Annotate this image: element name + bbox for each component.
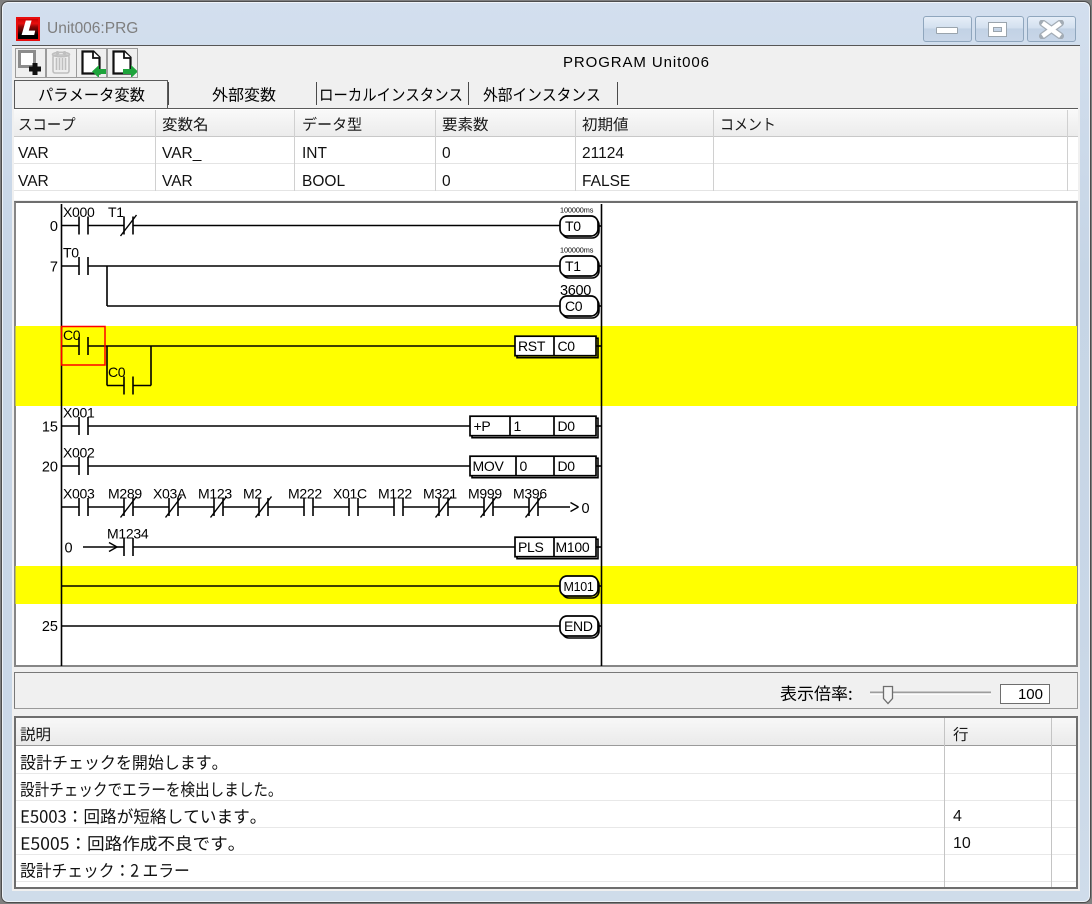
svg-text:+P: +P: [474, 418, 491, 434]
svg-text:PLS: PLS: [518, 539, 544, 555]
svg-text:T0: T0: [565, 218, 581, 234]
svg-text:X001: X001: [63, 405, 95, 421]
svg-text:15: 15: [42, 420, 58, 436]
svg-text:END: END: [564, 618, 593, 634]
svg-text:T0: T0: [63, 245, 79, 261]
svg-text:D0: D0: [558, 418, 576, 434]
svg-text:M396: M396: [513, 486, 547, 502]
svg-text:T1: T1: [565, 258, 581, 274]
svg-text:M100: M100: [556, 539, 590, 555]
svg-text:M222: M222: [288, 486, 322, 502]
svg-text:0: 0: [50, 219, 58, 235]
svg-text:C0: C0: [558, 338, 576, 354]
svg-text:1: 1: [514, 418, 522, 434]
svg-text:C0: C0: [565, 298, 583, 314]
svg-text:M999: M999: [468, 486, 502, 502]
svg-text:0: 0: [65, 541, 73, 557]
svg-text:M1234: M1234: [107, 526, 149, 542]
svg-text:M123: M123: [198, 486, 232, 502]
svg-text:X000: X000: [63, 204, 95, 220]
svg-text:RST: RST: [518, 338, 546, 354]
svg-text:X03A: X03A: [153, 486, 187, 502]
svg-text:MOV: MOV: [473, 458, 505, 474]
svg-text:C0: C0: [108, 364, 126, 380]
svg-text:25: 25: [42, 619, 58, 635]
svg-text:M321: M321: [423, 486, 457, 502]
svg-text:7: 7: [50, 260, 58, 276]
svg-text:20: 20: [42, 460, 58, 476]
svg-text:100000ms: 100000ms: [560, 206, 594, 215]
svg-text:X002: X002: [63, 445, 95, 461]
svg-text:100000ms: 100000ms: [560, 246, 594, 255]
svg-text:X003: X003: [63, 486, 95, 502]
svg-text:D0: D0: [558, 458, 576, 474]
svg-text:M2: M2: [243, 486, 262, 502]
svg-text:M289: M289: [108, 486, 142, 502]
svg-text:M122: M122: [378, 486, 412, 502]
svg-text:X01C: X01C: [333, 486, 367, 502]
svg-text:0: 0: [520, 458, 528, 474]
svg-text:M101: M101: [564, 580, 594, 594]
svg-text:C0: C0: [63, 327, 81, 343]
svg-text:0: 0: [582, 501, 590, 517]
svg-text:T1: T1: [108, 204, 124, 220]
svg-text:3600: 3600: [560, 283, 591, 299]
